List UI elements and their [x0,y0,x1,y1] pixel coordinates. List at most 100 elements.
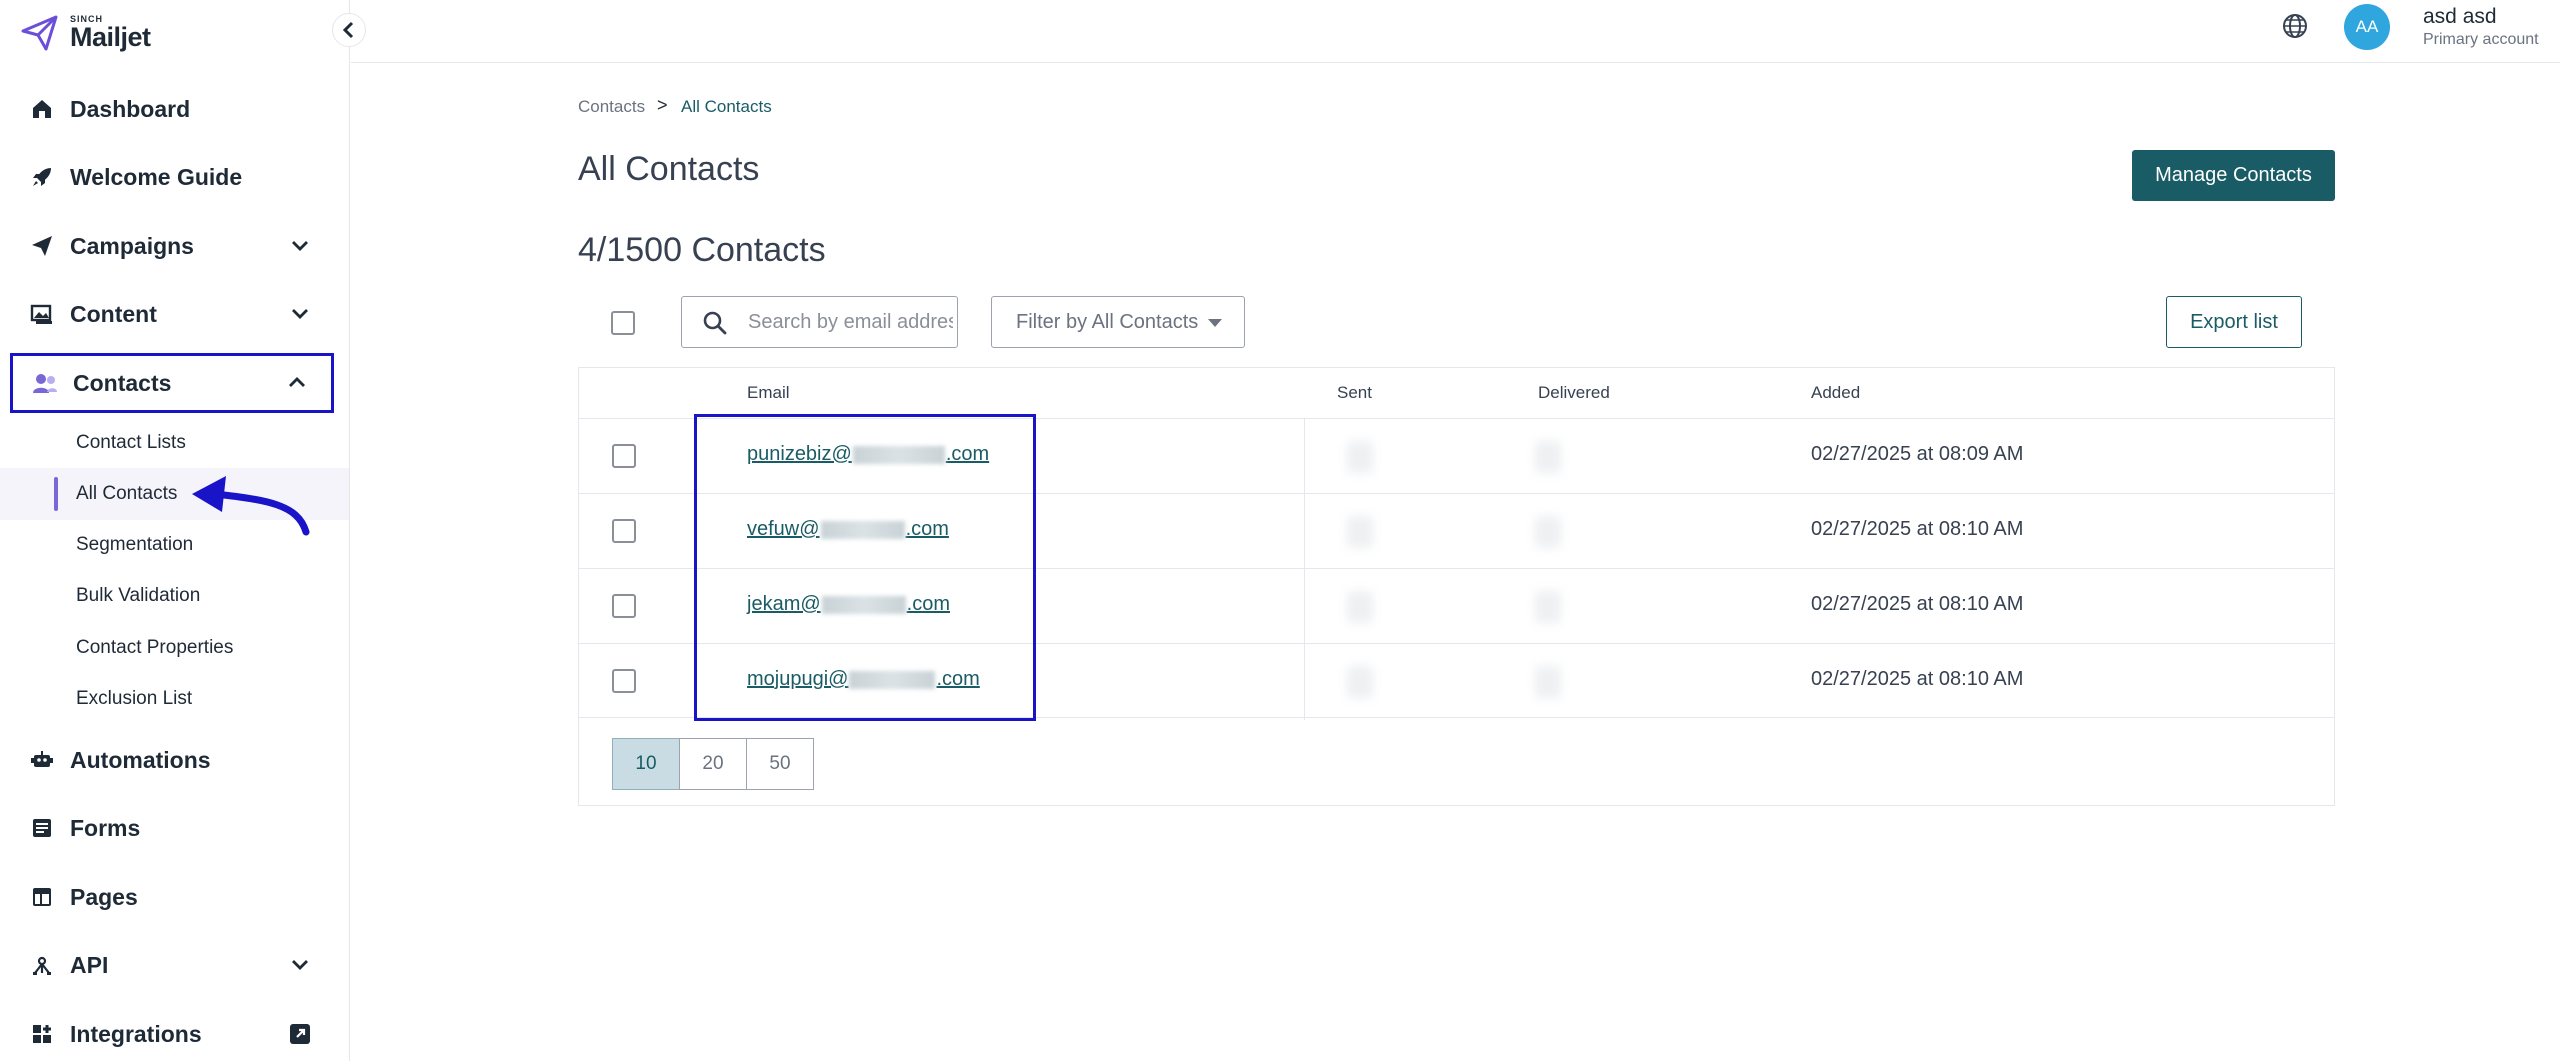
external-link-icon [290,1024,310,1044]
table-row[interactable]: vefuw@ .com 02/27/2025 at 08:10 AM [579,493,2334,568]
paper-plane-logo-icon [21,15,58,51]
email-prefix: vefuw@ [747,518,820,540]
table-row[interactable]: mojupugi@ .com 02/27/2025 at 08:10 AM [579,643,2334,718]
email-suffix: .com [936,668,980,690]
sidebar-item-label: Welcome Guide [70,163,243,190]
delivered-value-redacted [1535,591,1561,623]
sidebar-item-label: Forms [70,814,141,841]
logo-name: Mailjet [70,22,151,52]
sidebar-item-api[interactable]: API [10,935,334,995]
sidebar-item-contacts[interactable]: Contacts [10,353,334,413]
column-header-email[interactable]: Email [747,383,790,403]
sub-item-bulk-validation[interactable]: Bulk Validation [76,585,200,607]
sidebar-item-label: API [70,951,109,978]
email-suffix: .com [905,518,949,540]
row-checkbox[interactable] [612,594,636,618]
delivered-value-redacted [1535,441,1561,473]
column-header-delivered[interactable]: Delivered [1538,383,1610,403]
page-size-20[interactable]: 20 [679,738,747,790]
home-icon [28,95,56,123]
contacts-table: Email Sent Delivered Added punizebiz@ .co… [578,367,2335,806]
sub-item-exclusion-list[interactable]: Exclusion List [76,688,192,710]
sidebar-item-label: Dashboard [70,95,191,122]
account-type: Primary account [2423,31,2539,48]
delivered-value-redacted [1535,666,1561,698]
sub-item-all-contacts[interactable]: All Contacts [76,483,177,505]
row-checkbox[interactable] [612,669,636,693]
annotation-arrow-icon [192,476,310,536]
collapse-sidebar-button[interactable] [332,13,366,47]
contacts-icon [31,369,59,397]
column-header-sent[interactable]: Sent [1337,383,1372,403]
sidebar-item-label: Campaigns [70,232,194,259]
email-suffix: .com [945,443,990,465]
mailjet-logo[interactable]: SINCH Mailjet [20,8,151,58]
sidebar-item-label: Contacts [73,369,172,396]
chevron-down-icon [292,960,308,970]
rocket-icon [28,163,56,191]
contacts-count-title: 4/1500 Contacts [578,231,826,269]
sidebar-item-content[interactable]: Content [10,284,334,344]
email-link[interactable]: vefuw@ .com [747,518,949,541]
grid-plus-icon [28,1020,56,1048]
email-prefix: mojupugi@ [747,668,849,690]
sidebar: SINCH Mailjet Dashboard Welcome Guide Ca… [0,0,350,1061]
manage-contacts-button[interactable]: Manage Contacts [2132,150,2335,201]
filter-dropdown[interactable]: Filter by All Contacts [991,296,1245,348]
row-checkbox[interactable] [612,444,636,468]
sidebar-item-label: Content [70,300,157,327]
sub-item-active-indicator [54,477,58,511]
sub-item-contact-lists[interactable]: Contact Lists [76,432,186,454]
form-icon [28,814,56,842]
breadcrumb-all-contacts[interactable]: All Contacts [681,97,772,117]
search-input[interactable] [748,297,953,347]
export-list-button[interactable]: Export list [2166,296,2302,348]
chevron-up-icon [289,377,305,387]
sidebar-item-campaigns[interactable]: Campaigns [10,216,334,276]
row-checkbox[interactable] [612,519,636,543]
breadcrumb-contacts[interactable]: Contacts [578,97,645,117]
added-date: 02/27/2025 at 08:10 AM [1811,593,2024,615]
top-bar: AA asd asd Primary account [351,0,2560,63]
sidebar-item-label: Pages [70,883,138,910]
email-link[interactable]: jekam@ .com [747,593,950,616]
page-size-10[interactable]: 10 [612,738,680,790]
select-all-checkbox[interactable] [611,311,635,335]
sub-item-contact-properties[interactable]: Contact Properties [76,637,233,659]
breadcrumb-separator-icon: > [657,95,668,115]
table-row[interactable]: jekam@ .com 02/27/2025 at 08:10 AM [579,568,2334,643]
sidebar-item-forms[interactable]: Forms [10,798,334,858]
avatar[interactable]: AA [2344,4,2390,50]
sidebar-item-welcome-guide[interactable]: Welcome Guide [10,147,334,207]
search-field[interactable] [681,296,958,348]
page-size-50[interactable]: 50 [746,738,814,790]
sidebar-item-label: Automations [70,746,211,773]
robot-icon [28,746,56,774]
column-header-added[interactable]: Added [1811,383,1860,403]
layout-icon [28,883,56,911]
globe-icon[interactable] [2281,12,2309,40]
sub-item-segmentation[interactable]: Segmentation [76,534,193,556]
chevron-left-icon [342,21,354,39]
sent-value-redacted [1347,666,1373,698]
sidebar-item-integrations[interactable]: Integrations [10,1004,334,1064]
email-prefix: punizebiz@ [747,443,852,465]
redacted-domain [849,670,936,689]
page-size-selector: 10 20 50 [612,738,814,790]
redacted-domain [852,445,945,464]
added-date: 02/27/2025 at 08:09 AM [1811,443,2024,465]
email-prefix: jekam@ [747,593,821,615]
sidebar-item-pages[interactable]: Pages [10,867,334,927]
table-row[interactable]: punizebiz@ .com 02/27/2025 at 08:09 AM [579,418,2334,493]
email-link[interactable]: punizebiz@ .com [747,443,989,466]
sidebar-item-dashboard[interactable]: Dashboard [10,79,334,139]
column-divider [1304,418,1305,720]
page-title: All Contacts [578,150,760,188]
sidebar-item-automations[interactable]: Automations [10,730,334,790]
redacted-domain [820,520,905,539]
email-link[interactable]: mojupugi@ .com [747,668,980,691]
user-name[interactable]: asd asd [2423,5,2497,29]
sidebar-item-label: Integrations [70,1020,202,1047]
image-icon [28,300,56,328]
email-suffix: .com [906,593,950,615]
